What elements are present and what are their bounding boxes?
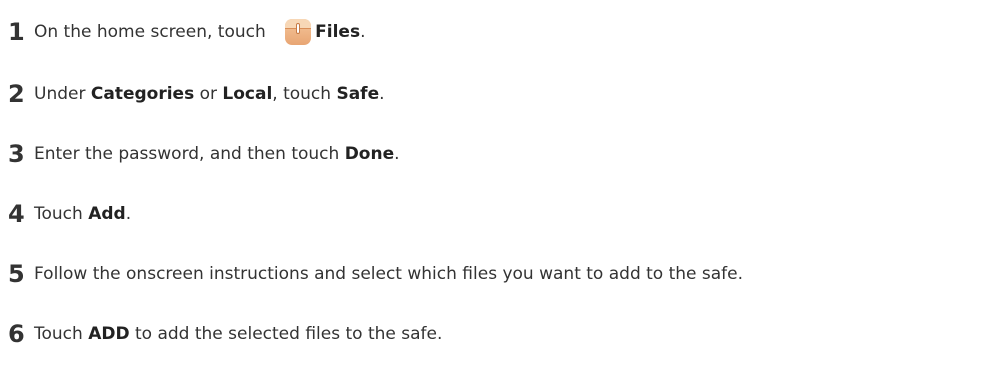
step-1: 1 On the home screen, touch Files . <box>8 18 365 46</box>
step-text-part: Enter the password, and then touch <box>34 144 345 164</box>
step-text: Enter the password, and then touch Done … <box>34 142 400 166</box>
step-text-part: Touch <box>34 204 89 224</box>
step-text: Touch Add . <box>34 202 131 226</box>
step-text-part: , touch <box>272 84 337 104</box>
step-text-part: . <box>125 204 132 224</box>
step-text: Touch ADD to add the selected files to t… <box>34 322 442 346</box>
step-text-part: . <box>379 84 385 104</box>
step-3: 3 Enter the password, and then touch Don… <box>8 140 400 168</box>
step-2: 2 Under Categories or Local , touch Safe… <box>8 80 385 108</box>
ui-term-categories: Categories <box>90 84 195 104</box>
ui-term-files: Files <box>315 22 361 42</box>
step-6: 6 Touch ADD to add the selected files to… <box>8 320 442 348</box>
step-number: 3 <box>8 140 25 168</box>
ui-term-safe: Safe <box>336 84 380 104</box>
step-text-part: Follow the onscreen instructions and sel… <box>34 264 744 284</box>
step-text-part: On the home screen, touch <box>34 22 272 42</box>
step-number: 6 <box>8 320 25 348</box>
ui-term-add: Add <box>88 204 126 224</box>
ui-term-local: Local <box>222 84 273 104</box>
step-text-part: Under <box>34 84 91 104</box>
step-text-part: Touch <box>34 324 89 344</box>
ui-term-add-caps: ADD <box>88 324 130 344</box>
files-app-icon <box>285 19 312 45</box>
step-text: On the home screen, touch Files . <box>34 19 365 45</box>
step-number: 1 <box>8 18 25 46</box>
step-text-part: to add the selected files to the safe. <box>129 324 443 344</box>
step-text-part: . <box>360 22 366 42</box>
step-text: Follow the onscreen instructions and sel… <box>34 262 743 286</box>
step-text-part: or <box>194 84 223 104</box>
step-number: 4 <box>8 200 25 228</box>
step-number: 2 <box>8 80 25 108</box>
step-text: Under Categories or Local , touch Safe . <box>34 82 385 106</box>
step-text-part: . <box>394 144 400 164</box>
step-4: 4 Touch Add . <box>8 200 131 228</box>
step-number: 5 <box>8 260 25 288</box>
step-5: 5 Follow the onscreen instructions and s… <box>8 260 743 288</box>
ui-term-done: Done <box>344 144 395 164</box>
